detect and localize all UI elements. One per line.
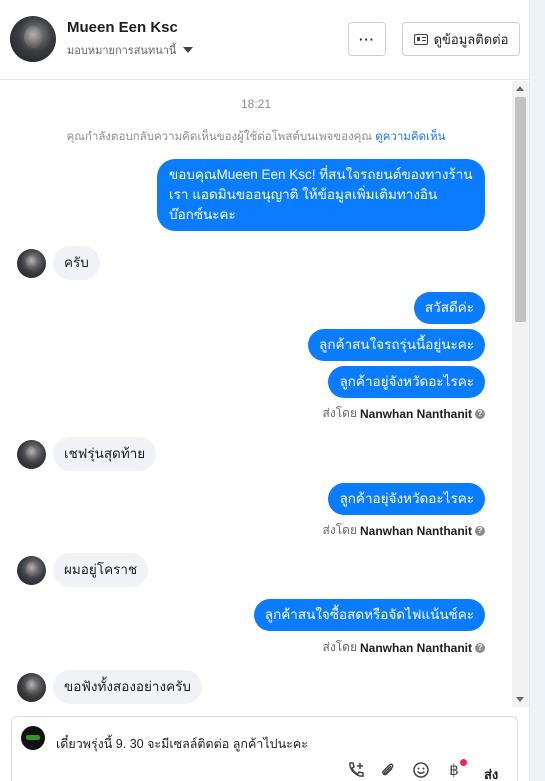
notification-badge xyxy=(460,759,467,766)
composer-input[interactable]: เดี๋ยวพรุ่งนี้ 9. 30 จะมีเซลล์ติดต่อ ลูก… xyxy=(56,734,308,754)
sent-by-prefix: ส่งโดย xyxy=(322,406,357,420)
conversation-header: Mueen Een Ksc มอบหมายการสนทนานี้ ··· ดูข… xyxy=(0,0,529,80)
scroll-up-arrow-icon[interactable] xyxy=(516,86,524,91)
sent-by-label: ส่งโดย Nanwhan Nanthanit ? xyxy=(323,638,485,657)
add-contact-icon[interactable] xyxy=(346,761,366,779)
sent-by-prefix: ส่งโดย xyxy=(322,523,357,537)
sent-by-name: Nanwhan Nanthanit xyxy=(359,640,472,655)
outgoing-message[interactable]: ลูกค้าสนใจรถรุ่นนี้อยู่นะคะ xyxy=(308,329,485,361)
thread-scrollbar[interactable] xyxy=(512,81,529,707)
outgoing-message[interactable]: ลูกค้าอยุ่จังหวัดอะไรคะ xyxy=(328,483,485,515)
emoji-icon[interactable] xyxy=(411,761,431,779)
incoming-message[interactable]: ขอฟังทั้งสองอย่างครับ xyxy=(53,670,202,704)
contact-name[interactable]: Mueen Een Ksc xyxy=(67,19,178,36)
outgoing-message[interactable]: ขอบคุณMueen Een Ksc! ที่สนใจรถยนต์ของทาง… xyxy=(157,159,485,231)
sent-by-label: ส่งโดย Nanwhan Nanthanit ? xyxy=(323,521,485,540)
incoming-message[interactable]: ครับ xyxy=(53,246,100,280)
message-thread[interactable]: 18:21 คุณกำลังตอบกลับความคิดเห็นของผู้ใช… xyxy=(0,81,512,707)
window-edge xyxy=(529,0,545,781)
assign-label: มอบหมายการสนทนานี้ xyxy=(67,45,177,57)
notice-text: คุณกำลังตอบกลับความคิดเห็นของผู้ใช้ต่อโพ… xyxy=(66,131,373,143)
sent-by-name: Nanwhan Nanthanit xyxy=(359,523,472,538)
assign-conversation-dropdown[interactable]: มอบหมายการสนทนานี้ xyxy=(67,41,194,59)
comment-reply-notice: คุณกำลังตอบกลับความคิดเห็นของผู้ใช้ต่อโพ… xyxy=(0,128,512,146)
more-options-button[interactable]: ··· xyxy=(348,22,386,56)
incoming-message[interactable]: ผมอยู่โคราช xyxy=(53,553,149,587)
sent-by-name: Nanwhan Nanthanit xyxy=(359,406,472,421)
sender-avatar[interactable] xyxy=(17,249,46,278)
page-avatar xyxy=(21,726,45,750)
info-icon[interactable]: ? xyxy=(475,525,485,536)
view-contact-label: ดูข้อมูลติดต่อ xyxy=(433,31,509,47)
message-composer[interactable]: เดี๋ยวพรุ่งนี้ 9. 30 จะมีเซลล์ติดต่อ ลูก… xyxy=(11,716,518,781)
timestamp: 18:21 xyxy=(240,97,272,111)
sent-by-prefix: ส่งโดย xyxy=(322,640,357,654)
send-button[interactable]: ส่ง xyxy=(484,764,498,781)
caret-down-icon xyxy=(183,47,194,53)
info-icon[interactable]: ? xyxy=(475,408,485,419)
attachment-icon[interactable] xyxy=(378,761,398,779)
message-line: เรา แอดมินขออนุญาติ ให้ข้อมูลเพิ่มเติมทา… xyxy=(169,187,438,202)
sender-avatar[interactable] xyxy=(17,673,46,702)
incoming-message[interactable]: เชฟรุ่นสุดท้าย xyxy=(53,437,157,471)
info-icon[interactable]: ? xyxy=(475,642,485,653)
sender-avatar[interactable] xyxy=(17,556,46,585)
scroll-down-arrow-icon[interactable] xyxy=(516,697,524,702)
outgoing-message[interactable]: ลูกค้าสนใจซื้อสดหรือจัดไฟแน้นช์คะ xyxy=(253,599,485,631)
contact-card-icon xyxy=(413,33,428,45)
outgoing-message[interactable]: ลูกค้าอยู่จังหวัดอะไรคะ xyxy=(328,366,485,398)
sender-avatar[interactable] xyxy=(17,440,46,469)
view-contact-button[interactable]: ดูข้อมูลติดต่อ xyxy=(402,22,520,56)
message-line: บ๊อกซ์นะคะ xyxy=(169,207,236,222)
contact-avatar[interactable] xyxy=(10,16,56,62)
outgoing-message[interactable]: สวัสดีค่ะ xyxy=(413,292,485,324)
scroll-thumb[interactable] xyxy=(515,97,526,322)
sent-by-label: ส่งโดย Nanwhan Nanthanit ? xyxy=(323,404,485,423)
message-line: ขอบคุณMueen Een Ksc! ที่สนใจรถยนต์ของทาง… xyxy=(169,167,473,182)
view-comment-link[interactable]: ดูความคิดเห็น xyxy=(375,131,445,143)
